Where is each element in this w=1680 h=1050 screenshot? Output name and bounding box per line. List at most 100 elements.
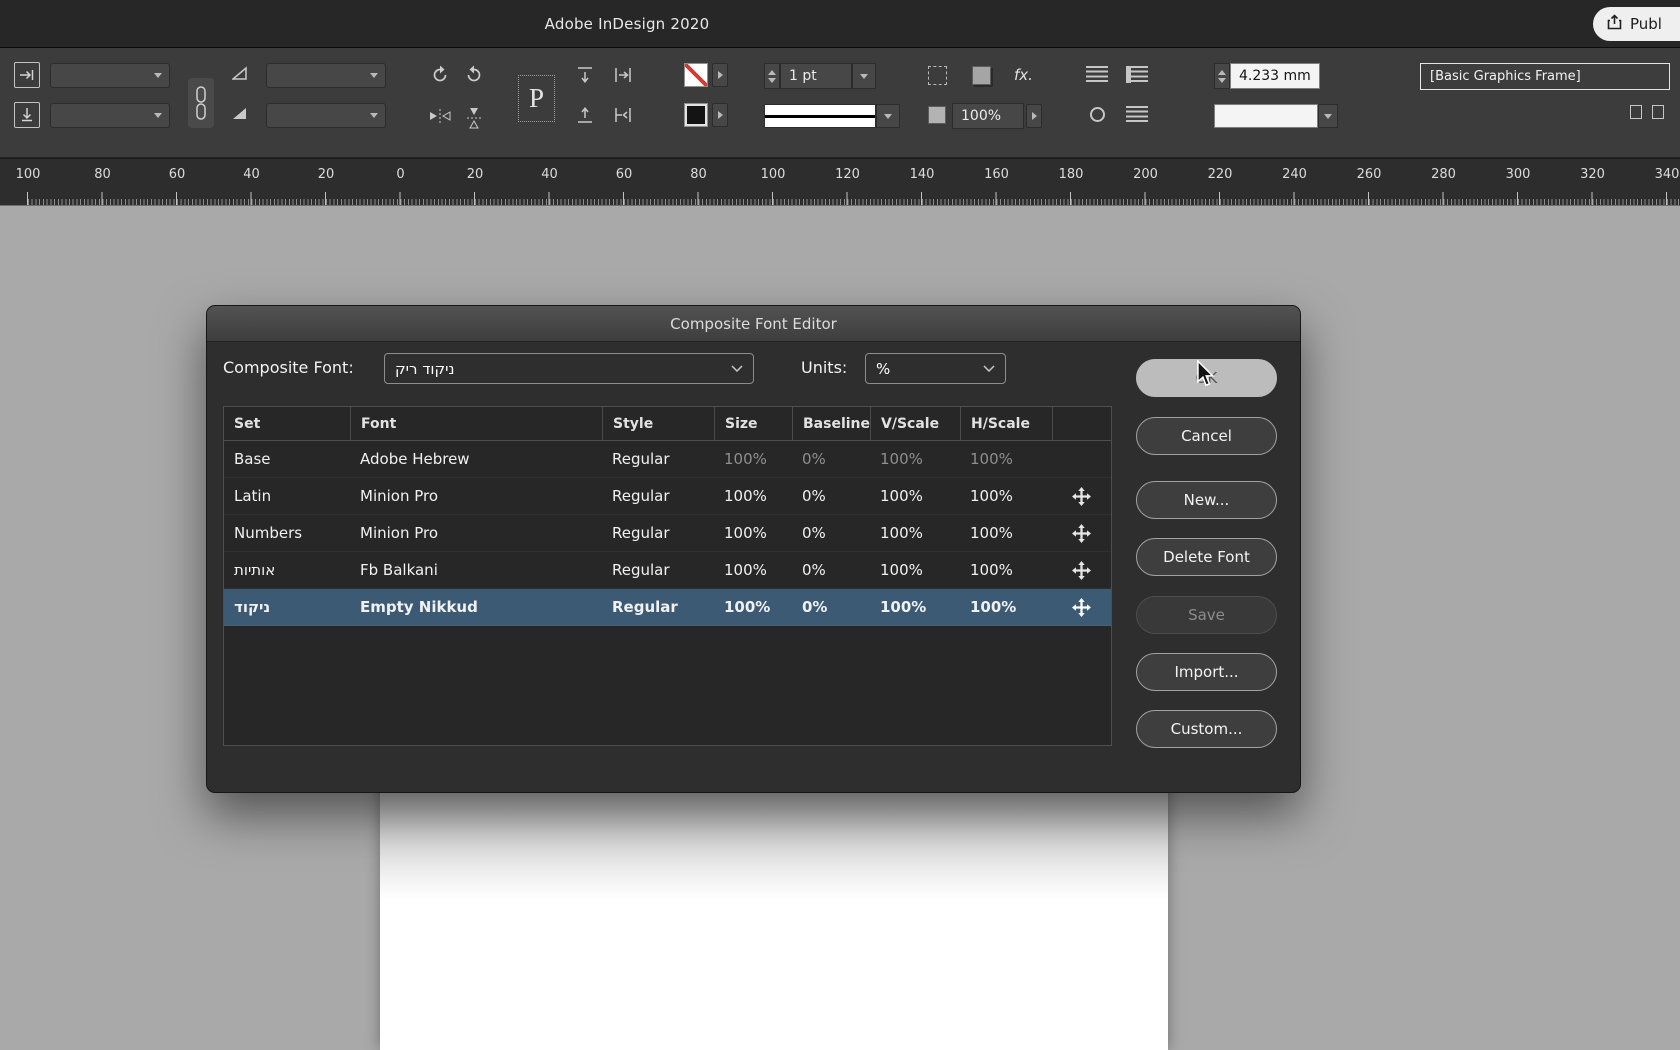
- frame-fitting-icon[interactable]: [928, 66, 947, 85]
- y-position-combo[interactable]: [50, 103, 170, 128]
- cell-baseline: 0%: [792, 478, 870, 514]
- ruler-label: 260: [1357, 167, 1382, 182]
- effects-fx-button[interactable]: fx.: [1014, 66, 1033, 84]
- wrap-options-icon[interactable]: [1126, 106, 1148, 123]
- table-row-base[interactable]: Base Adobe Hebrew Regular 100% 0% 100% 1…: [224, 441, 1111, 478]
- ruler-label: 300: [1506, 167, 1531, 182]
- rotation-angle-combo[interactable]: [266, 103, 386, 128]
- stroke-style-dropdown-button[interactable]: [876, 104, 900, 128]
- ruler-label: 20: [467, 167, 484, 182]
- fill-options-button[interactable]: [712, 63, 728, 87]
- cancel-label: Cancel: [1181, 427, 1232, 445]
- move-handle-icon[interactable]: [1052, 515, 1111, 551]
- flip-horizontal-icon[interactable]: [428, 108, 452, 128]
- shear-icon[interactable]: [232, 66, 248, 85]
- save-button[interactable]: Save: [1136, 596, 1277, 634]
- custom-button[interactable]: Custom...: [1136, 710, 1277, 748]
- page-tool-icon[interactable]: [1630, 105, 1642, 119]
- align-horizontal-icon[interactable]: [14, 62, 40, 88]
- stroke-weight-value: 1 pt: [789, 68, 817, 84]
- rotate-angle-icon[interactable]: [232, 106, 248, 125]
- opacity-dropdown-button[interactable]: [1026, 104, 1042, 128]
- control-panel-toolbar: P 1 pt fx. 100% 4.233 mm [B: [0, 48, 1680, 158]
- distribute-horizontal-icon[interactable]: [614, 66, 632, 88]
- window-titlebar: Adobe InDesign 2020 Publ: [0, 0, 1680, 48]
- cell-hscale: 100%: [960, 515, 1052, 551]
- cell-set: Numbers: [224, 515, 350, 551]
- cell-size: 100%: [714, 515, 792, 551]
- distribute-top-icon[interactable]: [576, 66, 594, 88]
- ruler-major-ticks: [27, 192, 1680, 205]
- composite-font-editor-dialog: Composite Font Editor Composite Font: ני…: [206, 305, 1301, 793]
- stroke-swatch-black[interactable]: [684, 103, 708, 127]
- ruler-label: 200: [1133, 167, 1158, 182]
- swatch-preview-field[interactable]: [1214, 104, 1318, 128]
- cell-style: Regular: [602, 515, 714, 551]
- wrap-around-shape-icon[interactable]: [1090, 107, 1105, 122]
- window-title: Adobe InDesign 2020: [545, 15, 710, 33]
- ruler-label: 160: [984, 167, 1009, 182]
- stroke-weight-field[interactable]: 1 pt: [780, 63, 852, 89]
- object-style-dropdown[interactable]: [Basic Graphics Frame]: [1420, 63, 1670, 90]
- publish-button[interactable]: Publ: [1593, 7, 1680, 41]
- offset-field[interactable]: 4.233 mm: [1230, 63, 1320, 89]
- cell-vscale: 100%: [870, 478, 960, 514]
- new-button[interactable]: New...: [1136, 481, 1277, 519]
- flip-vertical-icon[interactable]: [466, 106, 482, 134]
- text-wrap-none-icon[interactable]: [1086, 66, 1108, 83]
- delete-font-label: Delete Font: [1163, 548, 1250, 566]
- dialog-titlebar[interactable]: Composite Font Editor: [207, 306, 1300, 342]
- stepper-up-icon: [1218, 70, 1226, 75]
- constrain-proportions-link-icon[interactable]: [188, 78, 214, 128]
- move-handle-icon[interactable]: [1052, 589, 1111, 625]
- cell-hscale: 100%: [960, 478, 1052, 514]
- table-row-numbers[interactable]: Numbers Minion Pro Regular 100% 0% 100% …: [224, 515, 1111, 552]
- cell-vscale: 100%: [870, 589, 960, 625]
- opacity-icon[interactable]: [928, 106, 946, 124]
- import-button[interactable]: Import...: [1136, 653, 1277, 691]
- share-upload-icon: [1607, 14, 1622, 34]
- move-handle-icon[interactable]: [1052, 552, 1111, 588]
- table-row-otiyot[interactable]: אותיות Fb Balkani Regular 100% 0% 100% 1…: [224, 552, 1111, 589]
- shear-angle-combo[interactable]: [266, 63, 386, 88]
- ruler-label: 60: [169, 167, 186, 182]
- text-wrap-bounding-icon[interactable]: [1126, 66, 1148, 83]
- col-header-move: [1052, 407, 1111, 440]
- table-header-row: Set Font Style Size Baseline V/Scale H/S…: [224, 407, 1111, 441]
- cell-size: 100%: [714, 478, 792, 514]
- chevron-down-icon: [154, 73, 162, 78]
- rotate-ccw-icon[interactable]: [464, 65, 484, 89]
- stroke-weight-stepper[interactable]: [764, 63, 780, 89]
- composite-font-select[interactable]: ניקוד ריק: [384, 353, 754, 384]
- table-row-nikud-selected[interactable]: ניקוד Empty Nikkud Regular 100% 0% 100% …: [224, 589, 1111, 626]
- spread-tool-icon[interactable]: [1652, 105, 1664, 119]
- cell-style: Regular: [602, 478, 714, 514]
- table-row-latin[interactable]: Latin Minion Pro Regular 100% 0% 100% 10…: [224, 478, 1111, 515]
- stepper-down-icon: [1218, 78, 1226, 83]
- stroke-style-preview[interactable]: [764, 104, 876, 128]
- swatch-dropdown-button[interactable]: [1318, 104, 1338, 128]
- distribute-bottom-icon[interactable]: [576, 106, 594, 128]
- units-select[interactable]: %: [865, 353, 1006, 384]
- stepper-down-icon: [768, 78, 776, 83]
- distribute-space-icon[interactable]: [614, 106, 632, 128]
- rotate-cw-icon[interactable]: [430, 65, 450, 89]
- pasteboard-canvas[interactable]: Composite Font Editor Composite Font: ני…: [0, 206, 1680, 1050]
- cancel-button[interactable]: Cancel: [1136, 417, 1277, 455]
- document-page[interactable]: [380, 750, 1168, 1050]
- cell-size: 100%: [714, 589, 792, 625]
- delete-font-button[interactable]: Delete Font: [1136, 538, 1277, 576]
- opacity-field[interactable]: 100%: [952, 103, 1024, 129]
- stroke-options-button[interactable]: [712, 103, 728, 127]
- col-header-vscale: V/Scale: [870, 407, 960, 440]
- drop-shadow-icon[interactable]: [972, 66, 991, 85]
- cell-style: Regular: [602, 589, 714, 625]
- cell-font: Minion Pro: [350, 515, 602, 551]
- stroke-weight-dropdown-button[interactable]: [852, 63, 876, 89]
- fill-swatch-none[interactable]: [684, 63, 708, 87]
- chevron-down-icon: [370, 113, 378, 118]
- move-handle-icon[interactable]: [1052, 478, 1111, 514]
- align-vertical-icon[interactable]: [14, 102, 40, 128]
- offset-stepper[interactable]: [1214, 63, 1230, 89]
- x-position-combo[interactable]: [50, 63, 170, 88]
